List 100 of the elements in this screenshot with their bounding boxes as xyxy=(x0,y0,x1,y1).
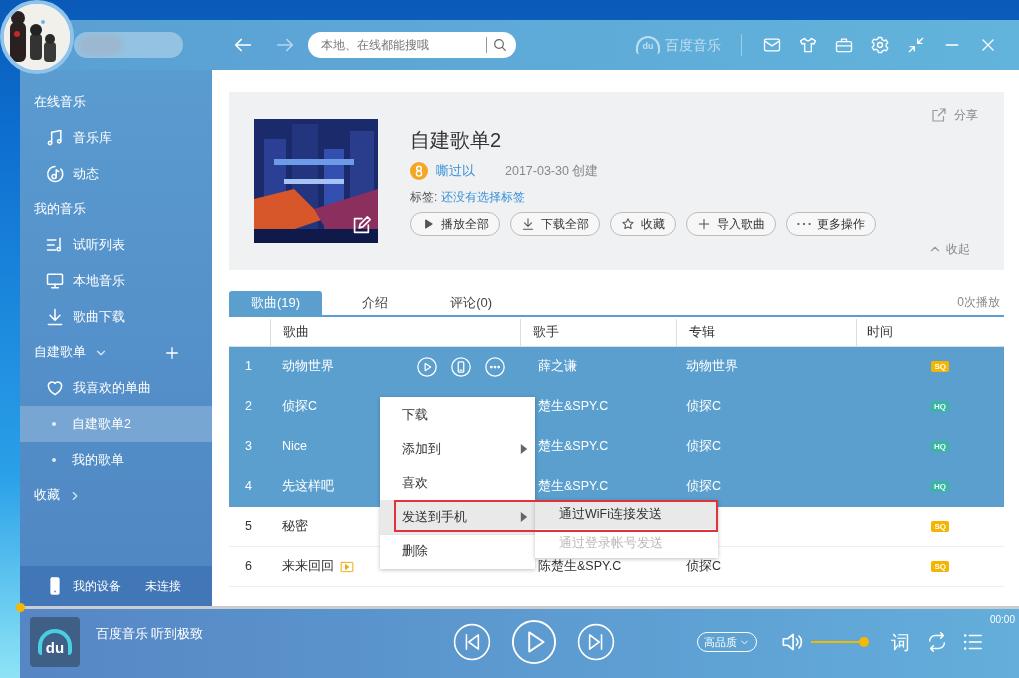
quality-badge: HQ xyxy=(931,481,949,492)
sidebar-item[interactable]: 本地音乐 xyxy=(20,263,212,299)
album-cell: 侦探C xyxy=(686,559,722,574)
song-title: Nice xyxy=(282,438,307,456)
quality-badge: SQ xyxy=(931,521,949,532)
plus-icon xyxy=(697,216,711,231)
menu-item[interactable]: 添加到 xyxy=(380,432,535,466)
created-date: 2017-03-30 创建 xyxy=(505,163,599,180)
column-header[interactable]: 时间 xyxy=(856,318,1004,347)
menu-item[interactable]: 喜欢 xyxy=(380,466,535,500)
shirt-icon[interactable] xyxy=(798,35,818,55)
share-icon xyxy=(930,106,948,124)
next-icon[interactable] xyxy=(577,623,616,661)
row-number: 1 xyxy=(245,359,252,374)
row-number: 4 xyxy=(245,479,252,494)
more-icon xyxy=(797,221,811,226)
phone-icon[interactable] xyxy=(450,355,472,378)
more-icon[interactable] xyxy=(484,355,506,378)
volume-thumb[interactable] xyxy=(859,637,870,647)
monitor-icon xyxy=(45,271,65,291)
tags-label: 标签: xyxy=(410,188,438,206)
user-badge-icon xyxy=(410,162,428,181)
row-number: 6 xyxy=(245,559,252,574)
search-icon[interactable] xyxy=(492,37,508,53)
song-title: 动物世界 xyxy=(282,358,334,376)
quality-badge: HQ xyxy=(931,401,949,412)
section-header[interactable]: 我的音乐 xyxy=(34,200,86,219)
section-header[interactable]: 在线音乐 xyxy=(34,93,86,112)
song-title: 秘密 xyxy=(282,518,308,536)
quality-badge: SQ xyxy=(931,561,949,572)
artist-cell: 楚生&SPY.C xyxy=(538,479,609,494)
sidebar-item[interactable]: 自建歌单2 xyxy=(20,406,212,442)
artist-cell: 楚生&SPY.C xyxy=(538,439,609,454)
action-button[interactable]: 播放全部 xyxy=(410,211,500,236)
album-cell: 动物世界 xyxy=(686,359,738,374)
album-cell: 侦探C xyxy=(686,479,722,494)
sidebar-item[interactable]: 歌曲下载 xyxy=(20,299,212,335)
tab[interactable]: 歌曲(19) xyxy=(229,291,323,315)
tab[interactable]: 评论(0) xyxy=(428,291,514,315)
song-title: 来来回回 xyxy=(282,558,334,576)
row-number: 5 xyxy=(245,519,252,534)
download-icon xyxy=(45,307,65,327)
action-button[interactable]: 更多操作 xyxy=(786,211,876,236)
blurred-name xyxy=(79,35,123,55)
bullet-icon xyxy=(52,422,56,426)
heart-icon xyxy=(45,378,65,398)
progress-thumb[interactable] xyxy=(16,603,25,612)
playlist-title: 自建歌单2 xyxy=(410,128,503,153)
quality-badge: HQ xyxy=(931,441,949,452)
play-count: 0次播放 xyxy=(957,294,1000,311)
shrink-icon[interactable] xyxy=(906,35,926,55)
previous-icon[interactable] xyxy=(453,623,492,661)
play-icon[interactable] xyxy=(416,355,438,378)
settings-icon[interactable] xyxy=(870,35,890,55)
sidebar-item[interactable]: 音乐库 xyxy=(20,120,212,156)
share-button[interactable]: 分享 xyxy=(930,106,978,124)
table-row[interactable]: 1 动物世界 薛之谦 动物世界 SQ xyxy=(229,347,1004,387)
album-cell: 侦探C xyxy=(686,439,722,454)
collapse-button[interactable]: 收起 xyxy=(928,240,970,258)
tags-link[interactable]: 还没有选择标签 xyxy=(441,187,526,206)
quality-badge: SQ xyxy=(931,361,949,372)
row-number: 3 xyxy=(245,439,252,454)
logo-text: du xyxy=(45,640,65,655)
video-icon[interactable] xyxy=(340,559,354,574)
sidebar-item[interactable]: 我喜欢的单曲 xyxy=(20,370,212,406)
section-header[interactable]: 自建歌单 xyxy=(34,343,86,362)
creator-link[interactable]: 嘶过以 xyxy=(436,162,475,181)
section-header[interactable]: 收藏 xyxy=(34,486,60,505)
brand-logo[interactable]: du 百度音乐 xyxy=(636,34,721,56)
app-logo[interactable]: du xyxy=(30,617,80,667)
lyrics-button[interactable]: 词 xyxy=(891,632,911,652)
search-box[interactable]: 本地、在线都能搜哦 xyxy=(308,32,516,58)
action-button[interactable]: 导入歌曲 xyxy=(686,211,776,236)
sidebar-item[interactable]: 试听列表 xyxy=(20,227,212,263)
action-button[interactable]: 收藏 xyxy=(610,211,676,236)
artist-cell: 陈楚生&SPY.C xyxy=(538,559,622,574)
disc-icon xyxy=(45,164,65,184)
bullet-icon xyxy=(52,458,56,462)
menu-item[interactable]: 通过WiFi连接发送 xyxy=(535,500,718,529)
column-header[interactable]: 专辑 xyxy=(676,318,856,347)
sidebar-item[interactable]: 我的歌单 xyxy=(20,442,212,478)
row-number: 2 xyxy=(245,399,252,414)
volume-slider[interactable] xyxy=(811,637,870,647)
column-header[interactable]: 歌手 xyxy=(520,318,676,347)
song-title: 先这样吧 xyxy=(282,478,334,496)
logo-text: du xyxy=(642,41,654,51)
add-icon[interactable] xyxy=(164,344,180,361)
tab[interactable]: 介绍 xyxy=(340,291,411,315)
artist-cell: 楚生&SPY.C xyxy=(538,399,609,414)
action-button[interactable]: 下载全部 xyxy=(510,211,600,236)
brand-name: 百度音乐 xyxy=(665,35,721,55)
artist-cell: 薛之谦 xyxy=(538,359,577,374)
time-label: 00:00 xyxy=(989,613,1015,627)
music-note-icon xyxy=(45,128,65,148)
playlist-icon[interactable] xyxy=(962,631,985,653)
play-icon[interactable] xyxy=(511,619,558,665)
column-header[interactable]: 歌曲 xyxy=(270,318,520,347)
device-label[interactable]: 我的设备 xyxy=(73,577,121,595)
sidebar-item[interactable]: 动态 xyxy=(20,156,212,192)
download-icon xyxy=(521,216,535,231)
